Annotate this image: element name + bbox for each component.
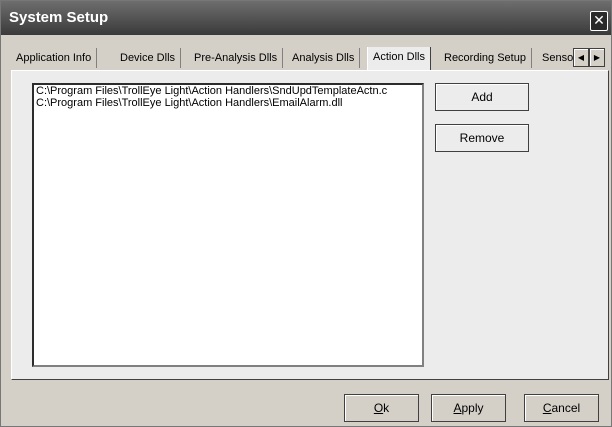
tab-scroll-left-icon[interactable]: ◀: [573, 48, 589, 67]
add-button[interactable]: Add: [435, 83, 529, 111]
tab-scroll-right-icon[interactable]: ▶: [589, 48, 605, 67]
tab-application-info[interactable]: Application Info: [11, 48, 98, 68]
tab-pre-analysis-dlls[interactable]: Pre-Analysis Dlls: [189, 48, 284, 68]
ok-accel: O: [373, 401, 384, 415]
list-item[interactable]: C:\Program Files\TrollEye Light\Action H…: [34, 85, 422, 97]
tab-action-dlls[interactable]: Action Dlls: [367, 47, 431, 70]
remove-button[interactable]: Remove: [435, 124, 529, 152]
action-dlls-panel: C:\Program Files\TrollEye Light\Action H…: [11, 70, 609, 380]
window-title: System Setup: [9, 9, 109, 26]
list-item[interactable]: C:\Program Files\TrollEye Light\Action H…: [34, 97, 422, 109]
ok-button[interactable]: Ok: [344, 394, 419, 422]
tab-recording-setup[interactable]: Recording Setup: [439, 48, 532, 68]
system-setup-window: System Setup ✕ Application Info Device D…: [0, 0, 612, 427]
action-dll-list[interactable]: C:\Program Files\TrollEye Light\Action H…: [32, 83, 424, 367]
cancel-label: ancel: [551, 401, 581, 415]
close-icon[interactable]: ✕: [590, 11, 608, 31]
tab-scroll-buttons: ◀ ▶: [573, 48, 605, 67]
tab-analysis-dlls[interactable]: Analysis Dlls: [287, 48, 361, 68]
ok-label: k: [383, 401, 390, 415]
tab-strip: Application Info Device Dlls Pre-Analysi…: [11, 47, 605, 70]
tab-device-dlls[interactable]: Device Dlls: [115, 48, 182, 68]
cancel-button[interactable]: Cancel: [524, 394, 599, 422]
apply-button[interactable]: Apply: [431, 394, 506, 422]
apply-label: pply: [461, 401, 484, 415]
title-bar[interactable]: System Setup ✕: [1, 1, 611, 35]
tab-sensors[interactable]: Senso: [537, 48, 573, 68]
apply-accel: A: [453, 401, 462, 415]
